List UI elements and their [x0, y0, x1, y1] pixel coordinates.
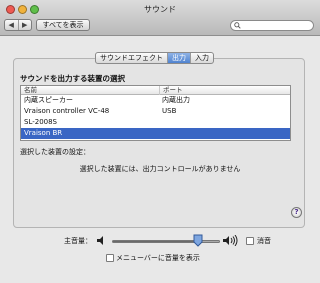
show-all-button[interactable]: すべてを表示	[36, 19, 90, 31]
device-name: SL-2008S	[24, 118, 58, 126]
device-port: 内蔵出力	[162, 96, 190, 104]
table-row[interactable]: SL-2008S	[21, 117, 290, 128]
device-name: Vraison controller VC-48	[24, 107, 110, 115]
table-header: 名前 ポート	[21, 86, 290, 95]
table-row[interactable]: 内蔵スピーカー 内蔵出力	[21, 95, 290, 106]
mute-label[interactable]: 消音	[257, 236, 271, 246]
show-volume-in-menubar-label[interactable]: メニューバーに音量を表示	[116, 253, 200, 263]
device-port: USB	[162, 107, 177, 115]
output-device-table[interactable]: 名前 ポート 内蔵スピーカー 内蔵出力 Vraison controller V…	[20, 85, 291, 141]
tab-input[interactable]: 入力	[190, 53, 213, 63]
column-header-port[interactable]: ポート	[159, 86, 183, 95]
search-input[interactable]	[230, 20, 314, 31]
window-title: サウンド	[144, 5, 176, 14]
tab-bar: サウンドエフェクト 出力 入力	[95, 52, 214, 64]
sound-preferences-window: サウンド ◀ ▶ すべてを表示 サウンドエフェクト 出力 入力 サウンドを出力す…	[0, 0, 320, 283]
search-icon	[234, 22, 241, 29]
show-volume-in-menubar-checkbox[interactable]	[106, 254, 114, 262]
back-arrow-icon[interactable]: ◀	[5, 20, 18, 30]
selected-device-settings-label: 選択した装置の設定：	[20, 148, 90, 156]
table-row-selected[interactable]: Vraison BR	[21, 128, 290, 139]
no-output-controls-message: 選択した装置には、出力コントロールがありません	[79, 165, 241, 173]
device-name: Vraison BR	[24, 129, 63, 137]
output-volume-label: 主音量：	[64, 237, 92, 245]
table-row[interactable]: Vraison controller VC-48 USB	[21, 106, 290, 117]
section-title: サウンドを出力する装置の選択	[20, 74, 125, 83]
column-header-name[interactable]: 名前	[24, 86, 37, 95]
mute-checkbox[interactable]	[246, 237, 254, 245]
speaker-high-icon	[223, 235, 238, 246]
volume-slider-fill	[113, 241, 198, 242]
volume-slider-knob[interactable]	[193, 234, 203, 247]
titlebar: サウンド ◀ ▶ すべてを表示	[0, 0, 320, 36]
volume-slider[interactable]	[112, 240, 220, 243]
back-forward-control: ◀ ▶	[4, 19, 32, 31]
help-button[interactable]: ?	[291, 207, 302, 218]
device-name: 内蔵スピーカー	[24, 96, 73, 104]
tab-sound-effects[interactable]: サウンドエフェクト	[96, 53, 167, 63]
tab-output[interactable]: 出力	[167, 53, 190, 63]
speaker-low-icon	[97, 236, 103, 245]
forward-arrow-icon[interactable]: ▶	[17, 20, 32, 30]
